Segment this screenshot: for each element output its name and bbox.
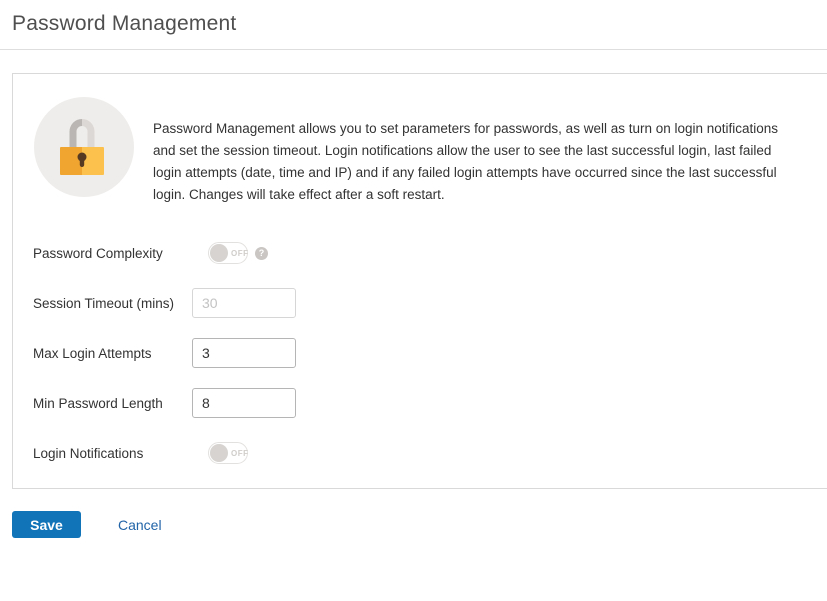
min-password-length-input[interactable] xyxy=(192,388,296,418)
toggle-state-label: OFF xyxy=(231,243,249,263)
lock-icon xyxy=(34,97,134,197)
settings-panel: Password Management allows you to set pa… xyxy=(12,73,827,489)
toggle-knob-icon xyxy=(210,244,228,262)
min-password-length-label: Min Password Length xyxy=(33,396,192,411)
session-timeout-label: Session Timeout (mins) xyxy=(33,296,192,311)
panel-description: Password Management allows you to set pa… xyxy=(153,118,789,206)
max-login-attempts-input[interactable] xyxy=(192,338,296,368)
password-complexity-row: Password Complexity OFF ? xyxy=(33,238,808,268)
cancel-link[interactable]: Cancel xyxy=(118,517,162,533)
login-notifications-label: Login Notifications xyxy=(33,446,192,461)
toggle-state-label: OFF xyxy=(231,443,249,463)
session-timeout-row: Session Timeout (mins) xyxy=(33,288,808,318)
save-button[interactable]: Save xyxy=(12,511,81,538)
password-complexity-label: Password Complexity xyxy=(33,246,192,261)
action-footer: Save Cancel xyxy=(12,511,162,538)
min-password-length-row: Min Password Length xyxy=(33,388,808,418)
max-login-attempts-label: Max Login Attempts xyxy=(33,346,192,361)
page-header: Password Management xyxy=(0,0,827,50)
login-notifications-row: Login Notifications OFF xyxy=(33,438,808,468)
max-login-attempts-row: Max Login Attempts xyxy=(33,338,808,368)
login-notifications-toggle[interactable]: OFF xyxy=(208,442,248,464)
toggle-knob-icon xyxy=(210,444,228,462)
help-icon[interactable]: ? xyxy=(255,247,268,260)
page-title: Password Management xyxy=(12,12,236,36)
password-complexity-toggle[interactable]: OFF xyxy=(208,242,248,264)
session-timeout-input[interactable] xyxy=(192,288,296,318)
